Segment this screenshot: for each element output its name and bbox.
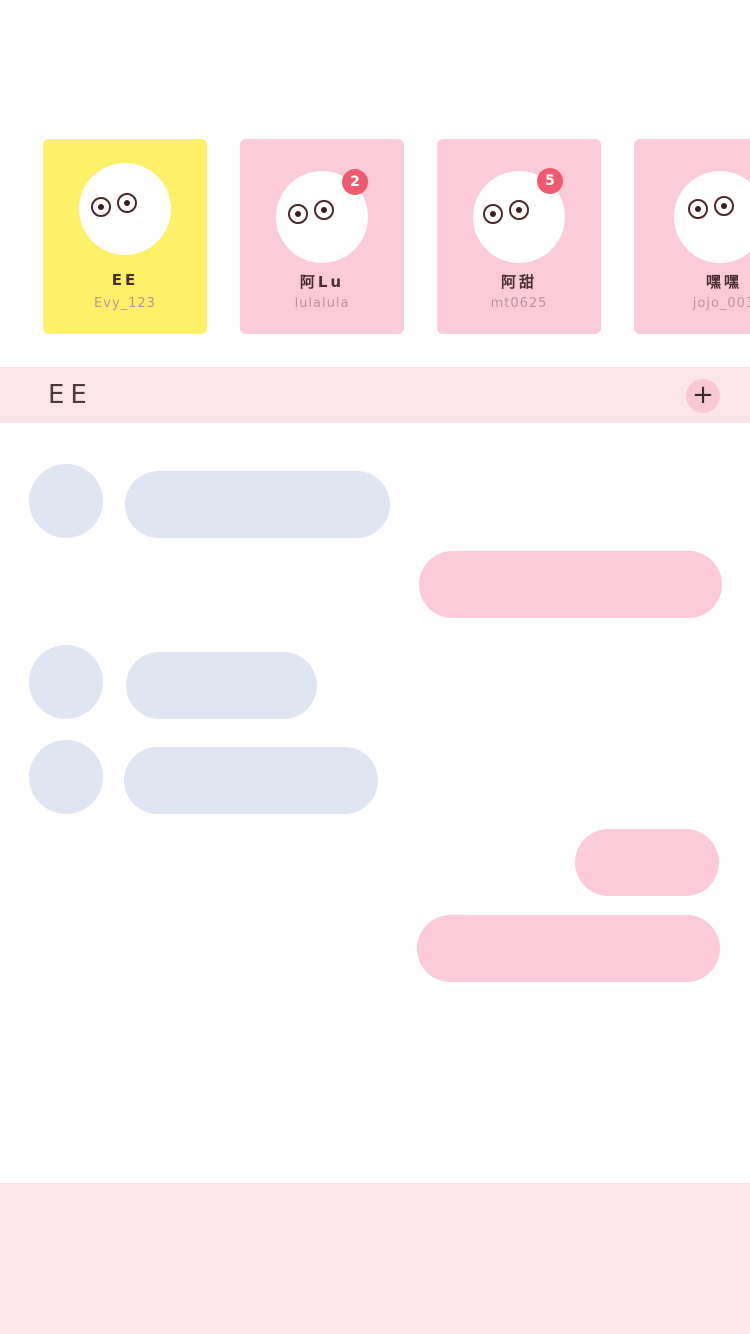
eye-icon [483, 204, 503, 224]
incoming-message-bubble [126, 652, 317, 719]
contact-card-alu[interactable]: 2 阿Lu lulalula [240, 139, 404, 334]
contact-id: lulalula [294, 296, 350, 311]
outgoing-message-bubble [419, 551, 722, 618]
chat-header: EE + [0, 367, 750, 423]
contact-name: 阿Lu [299, 273, 345, 291]
unread-badge: 5 [537, 168, 563, 194]
input-bar[interactable] [0, 1183, 750, 1334]
contact-id: Evy_123 [94, 296, 156, 311]
contact-card-heihei[interactable]: 嘿嘿 jojo_003 [634, 139, 750, 334]
sender-avatar [29, 464, 103, 538]
outgoing-message-bubble [417, 915, 720, 982]
outgoing-message-bubble [575, 829, 719, 896]
avatar-face-icon [79, 163, 171, 255]
eye-icon [509, 200, 529, 220]
eye-icon [688, 199, 708, 219]
eye-icon [714, 196, 734, 216]
contact-id: jojo_003 [692, 296, 750, 311]
eye-icon [288, 204, 308, 224]
contact-name: EE [111, 271, 139, 289]
contact-name: 阿甜 [500, 273, 537, 291]
contact-list: EE Evy_123 2 阿Lu lulalula 5 阿甜 mt0625 嘿嘿… [0, 139, 750, 334]
sender-avatar [29, 740, 103, 814]
incoming-message-bubble [125, 471, 390, 538]
incoming-message-bubble [124, 747, 378, 814]
unread-badge: 2 [342, 169, 368, 195]
sender-avatar [29, 645, 103, 719]
eye-icon [314, 200, 334, 220]
contact-id: mt0625 [490, 296, 548, 311]
chat-title: EE [48, 380, 93, 410]
contact-card-ee[interactable]: EE Evy_123 [43, 139, 207, 334]
eye-icon [91, 197, 111, 217]
contact-name: 嘿嘿 [705, 273, 742, 291]
avatar-face-icon [674, 171, 750, 263]
eye-icon [117, 193, 137, 213]
add-button[interactable]: + [686, 379, 720, 413]
contact-card-atian[interactable]: 5 阿甜 mt0625 [437, 139, 601, 334]
